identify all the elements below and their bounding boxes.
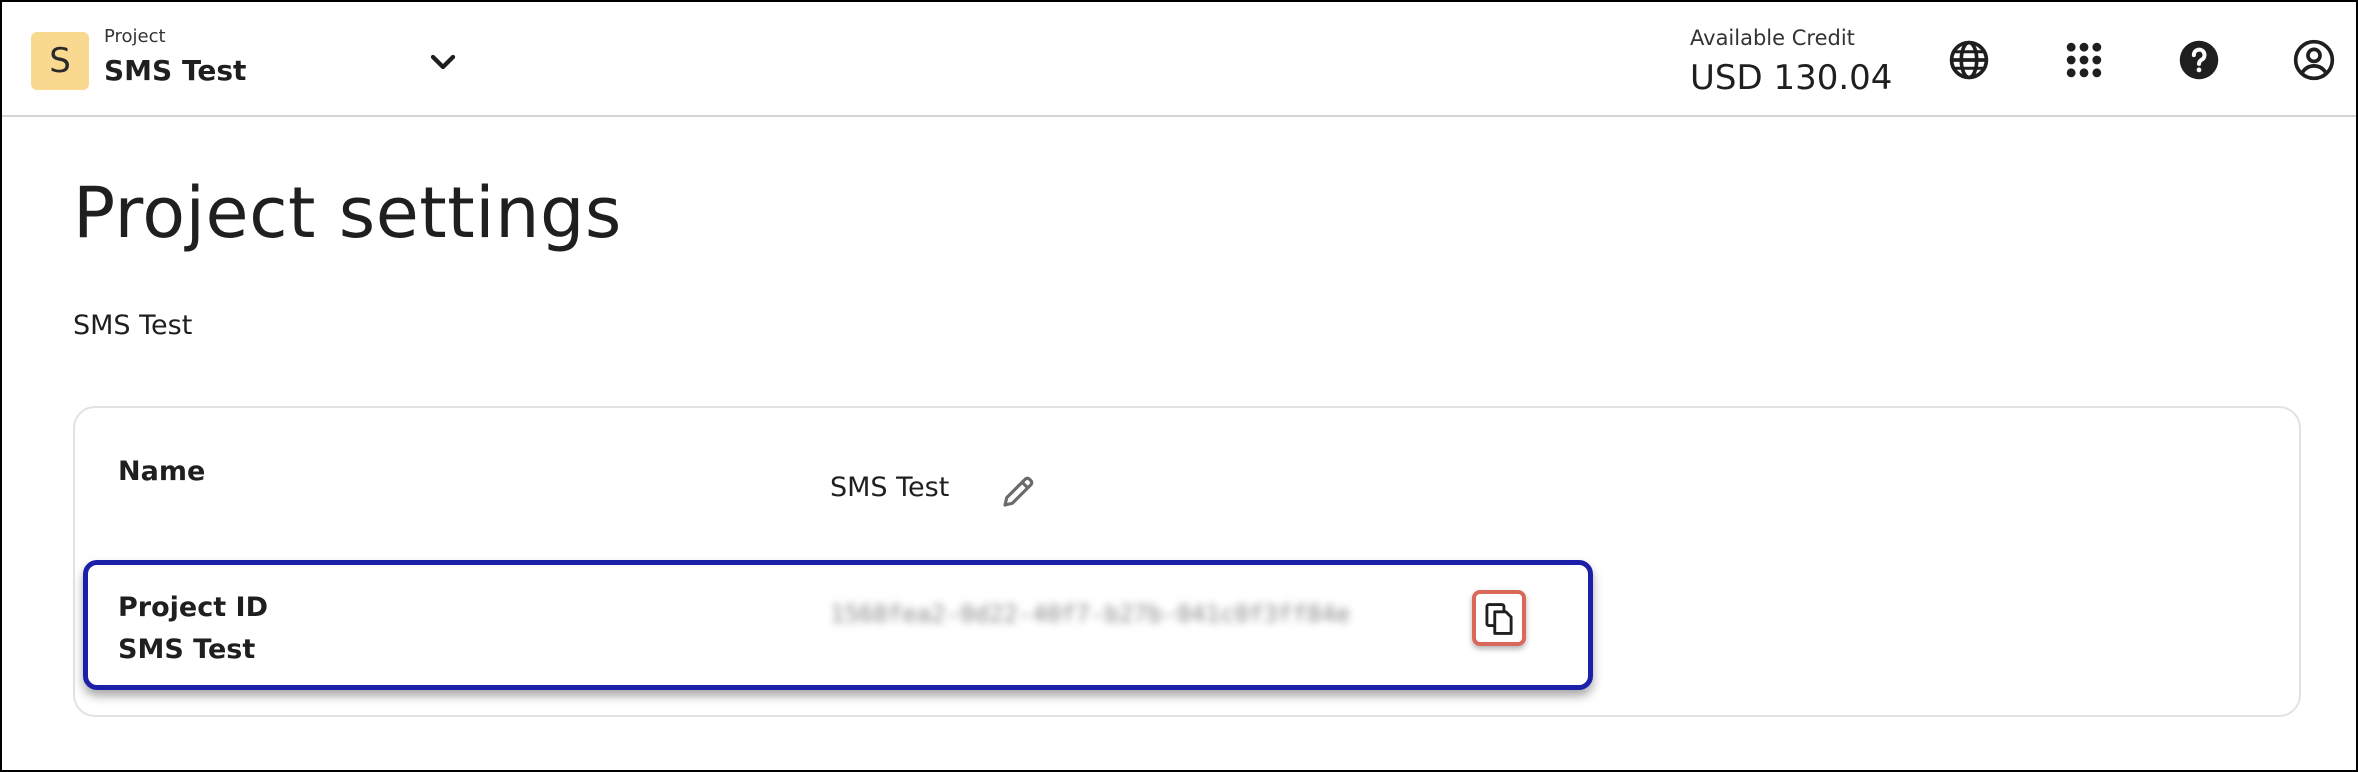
top-bar: S Project SMS Test Available Credit USD … <box>2 2 2356 117</box>
help-icon[interactable] <box>2177 38 2221 82</box>
name-value: SMS Test <box>830 472 950 503</box>
page-subtitle: SMS Test <box>73 310 193 341</box>
credit-value: USD 130.04 <box>1690 58 1893 98</box>
project-caption: Project <box>104 26 166 47</box>
project-avatar[interactable]: S <box>31 32 89 90</box>
project-id-label: Project ID <box>118 592 268 623</box>
project-id-value: 1568fea2-0d22-40f7-b27b-041c0f3ff84e <box>830 600 1351 628</box>
account-icon[interactable] <box>2292 38 2336 82</box>
copy-button[interactable] <box>1472 590 1526 646</box>
globe-icon[interactable] <box>1947 38 1991 82</box>
chevron-down-icon[interactable] <box>423 42 463 82</box>
edit-icon[interactable] <box>998 470 1040 512</box>
project-name[interactable]: SMS Test <box>104 54 246 87</box>
copy-icon <box>1485 603 1513 635</box>
name-label: Name <box>118 456 206 487</box>
credit-caption: Available Credit <box>1690 26 1855 50</box>
apps-grid-icon[interactable] <box>2062 38 2106 82</box>
page-title: Project settings <box>73 172 622 254</box>
project-id-sublabel: SMS Test <box>118 634 256 665</box>
